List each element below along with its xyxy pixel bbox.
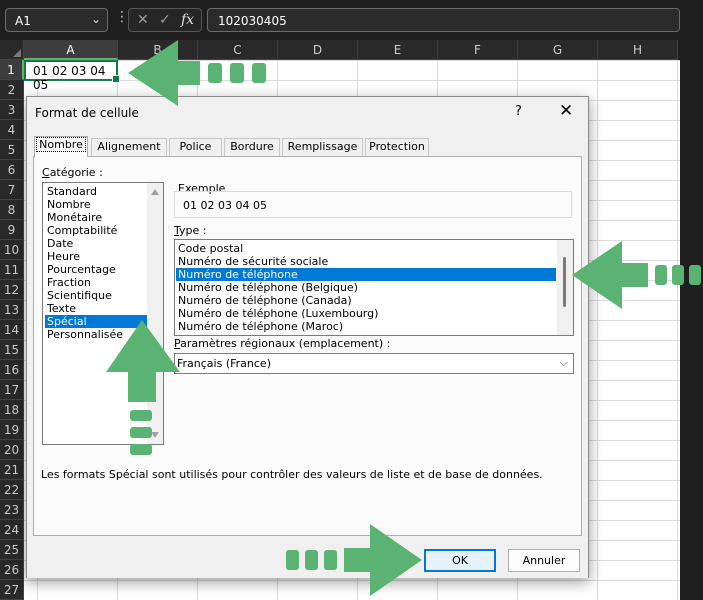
insert-function-icon[interactable]: fx (181, 12, 194, 28)
ok-button[interactable]: OK (424, 549, 496, 572)
active-cell-value: 01 02 03 04 05 (33, 64, 106, 92)
row-header-23[interactable]: 23 (0, 500, 24, 520)
dialog-title: Format de cellule (35, 106, 139, 120)
tab-protection[interactable]: Protection (365, 138, 429, 156)
column-header-g[interactable]: G (518, 40, 598, 60)
row-header-8[interactable]: 8 (0, 200, 24, 220)
type-item[interactable]: Numéro de téléphone (Belgique) (176, 281, 556, 294)
formula-content: 102030405 (218, 14, 287, 28)
tab-label: Nombre (36, 137, 86, 152)
category-item[interactable]: Date (45, 237, 148, 250)
cancel-icon[interactable]: ✕ (137, 12, 149, 28)
tab-label: Remplissage (287, 140, 358, 153)
row-header-6[interactable]: 6 (0, 160, 24, 180)
annotation-arrow-up-icon (106, 320, 180, 455)
row-header-14[interactable]: 14 (0, 320, 24, 340)
scroll-up-icon[interactable] (151, 189, 159, 195)
dialog-tabs: Nombre Alignement Police Bordure Remplis… (27, 136, 588, 157)
name-box[interactable]: A1 ⌄ (5, 8, 108, 32)
type-item[interactable]: Numéro de téléphone (176, 268, 556, 281)
cancel-button[interactable]: Annuler (508, 549, 580, 572)
more-options-icon[interactable]: ⋮ (115, 10, 129, 24)
type-label: Type : (174, 224, 207, 237)
row-header-11[interactable]: 11 (0, 260, 24, 280)
tab-remplissage[interactable]: Remplissage (282, 138, 363, 156)
type-scrollbar[interactable] (557, 240, 573, 335)
chevron-down-icon[interactable]: ⌄ (91, 12, 101, 26)
row-header-12[interactable]: 12 (0, 280, 24, 300)
row-header-2[interactable]: 2 (0, 80, 24, 100)
column-header-f[interactable]: F (438, 40, 518, 60)
row-header-27[interactable]: 27 (0, 580, 24, 600)
annotation-arrow-left-icon (572, 241, 701, 309)
formula-bar: A1 ⌄ ⋮ ✕ ✓ fx 102030405 (0, 0, 680, 40)
type-item[interactable]: Numéro de téléphone (Luxembourg) (176, 307, 556, 320)
example-box: 01 02 03 04 05 (174, 191, 572, 218)
category-item[interactable]: Monétaire (45, 211, 148, 224)
column-header-h[interactable]: H (598, 40, 678, 60)
tab-bordure[interactable]: Bordure (224, 138, 280, 156)
row-header-15[interactable]: 15 (0, 340, 24, 360)
tab-label: Police (179, 140, 212, 153)
row-header-17[interactable]: 17 (0, 380, 24, 400)
category-item[interactable]: Comptabilité (45, 224, 148, 237)
category-item[interactable]: Standard (45, 185, 148, 198)
category-item[interactable]: Pourcentage (45, 263, 148, 276)
category-item[interactable]: Texte (45, 302, 148, 315)
column-header-a[interactable]: A (24, 40, 118, 60)
example-value: 01 02 03 04 05 (183, 199, 267, 212)
row-header-20[interactable]: 20 (0, 440, 24, 460)
scroll-thumb[interactable] (563, 257, 566, 307)
row-header-18[interactable]: 18 (0, 400, 24, 420)
category-item[interactable]: Scientifique (45, 289, 148, 302)
row-header-24[interactable]: 24 (0, 520, 24, 540)
type-item[interactable]: Numéro de téléphone (Canada) (176, 294, 556, 307)
type-item[interactable]: Code postal (176, 242, 556, 255)
row-header-1[interactable]: 1 (0, 60, 24, 80)
annotation-arrow-left-icon (128, 40, 266, 106)
close-icon[interactable]: ✕ (559, 101, 573, 121)
row-header-7[interactable]: 7 (0, 180, 24, 200)
tab-label: Bordure (230, 140, 274, 153)
annotation-arrow-right-icon (286, 524, 422, 596)
row-header-13[interactable]: 13 (0, 300, 24, 320)
category-item[interactable]: Nombre (45, 198, 148, 211)
locale-select[interactable]: Français (France) ⌵ (174, 353, 574, 374)
row-header-9[interactable]: 9 (0, 220, 24, 240)
tab-nombre[interactable]: Nombre (34, 136, 88, 157)
tab-label: Protection (369, 140, 425, 153)
formula-input[interactable]: 102030405 (207, 8, 680, 32)
tab-police[interactable]: Police (169, 138, 222, 156)
type-list[interactable]: Code postal Numéro de sécurité sociale Num… (174, 239, 574, 336)
help-icon[interactable]: ? (515, 104, 522, 119)
row-header-22[interactable]: 22 (0, 480, 24, 500)
formula-buttons: ✕ ✓ fx (128, 8, 202, 32)
row-header-21[interactable]: 21 (0, 460, 24, 480)
row-header-3[interactable]: 3 (0, 100, 24, 120)
select-all-corner[interactable] (0, 40, 24, 60)
category-item[interactable]: Fraction (45, 276, 148, 289)
row-header-10[interactable]: 10 (0, 240, 24, 260)
name-box-value: A1 (15, 14, 31, 28)
category-item[interactable]: Heure (45, 250, 148, 263)
column-header-d[interactable]: D (278, 40, 358, 60)
row-header-26[interactable]: 26 (0, 560, 24, 580)
active-cell-a1[interactable]: 01 02 03 04 05 (24, 60, 120, 92)
tab-alignement[interactable]: Alignement (91, 138, 167, 156)
locale-value: Français (France) (177, 357, 271, 370)
row-header-5[interactable]: 5 (0, 140, 24, 160)
category-label: Catégorie : (42, 166, 103, 179)
chevron-down-icon[interactable]: ⌵ (560, 356, 568, 370)
row-header-4[interactable]: 4 (0, 120, 24, 140)
row-header-25[interactable]: 25 (0, 540, 24, 560)
column-header-e[interactable]: E (358, 40, 438, 60)
tab-label: Alignement (97, 140, 161, 153)
row-header-19[interactable]: 19 (0, 420, 24, 440)
type-item[interactable]: Numéro de téléphone (Maroc) (176, 320, 556, 333)
locale-label: Paramètres régionaux (emplacement) : (174, 337, 391, 350)
enter-icon[interactable]: ✓ (159, 12, 171, 28)
type-item[interactable]: Numéro de sécurité sociale (176, 255, 556, 268)
description-text: Les formats Spécial sont utilisés pour c… (41, 468, 543, 481)
row-header-16[interactable]: 16 (0, 360, 24, 380)
